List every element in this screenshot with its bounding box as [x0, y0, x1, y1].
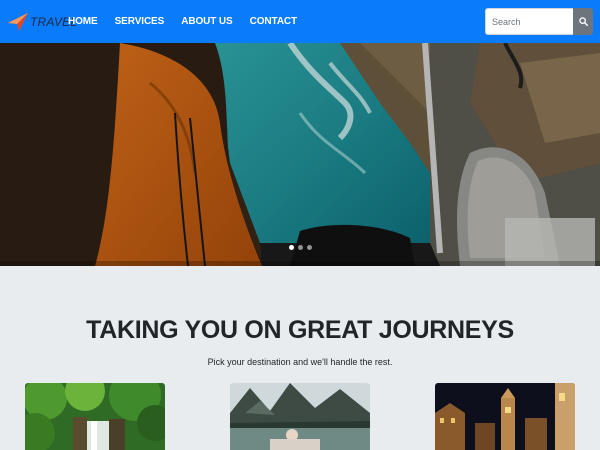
nav-item-services[interactable]: SERVICES	[115, 16, 165, 27]
nav-item-about-us[interactable]: ABOUT US	[181, 16, 233, 27]
search-form	[485, 8, 593, 35]
search-icon	[578, 17, 588, 26]
destination-card-waterfall[interactable]	[25, 383, 165, 450]
carousel-indicators	[0, 245, 600, 250]
nav-item-home[interactable]: HOME	[68, 16, 98, 27]
navbar: TRAVEL HOME SERVICES ABOUT US CONTACT	[0, 0, 600, 43]
carousel-indicator-1[interactable]	[288, 245, 294, 250]
destination-card-night-town[interactable]	[435, 383, 575, 450]
carousel-bottom-shade	[0, 261, 600, 266]
search-input[interactable]	[485, 8, 573, 35]
section-title: TAKING YOU ON GREAT JOURNEYS	[86, 316, 514, 344]
section-subtitle: Pick your destination and we'll handle t…	[207, 357, 393, 367]
nav-item-contact[interactable]: CONTACT	[250, 16, 298, 27]
paper-plane-icon	[8, 13, 28, 31]
carousel-slide-image	[0, 43, 600, 266]
main-nav: HOME SERVICES ABOUT US CONTACT	[68, 0, 314, 43]
destination-card-mountain-lake[interactable]	[230, 383, 370, 450]
carousel-indicator-3[interactable]	[306, 245, 312, 250]
hero-carousel[interactable]	[0, 43, 600, 266]
destination-image-night-town	[435, 383, 575, 450]
carousel-indicator-2[interactable]	[297, 245, 303, 250]
destination-image-mountain-lake	[230, 383, 370, 450]
destination-image-forest-waterfall	[25, 383, 165, 450]
search-button[interactable]	[573, 8, 593, 35]
brand-link[interactable]: TRAVEL	[7, 10, 77, 34]
